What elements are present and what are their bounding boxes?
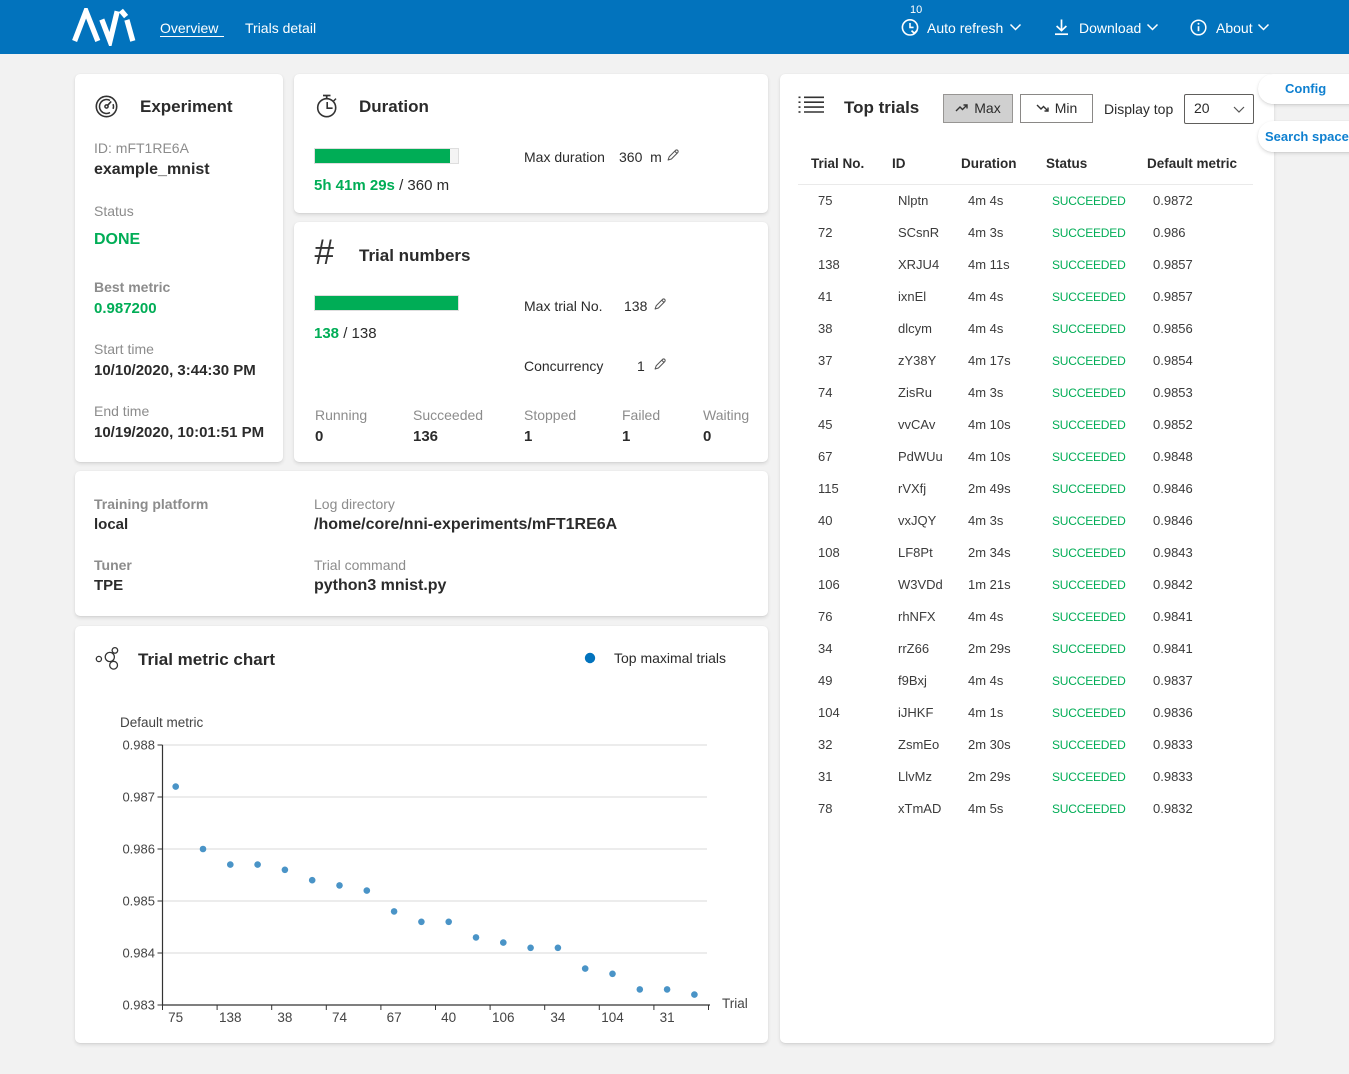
svg-text:67: 67	[387, 1010, 402, 1025]
svg-text:31: 31	[660, 1010, 675, 1025]
svg-text:Default metric: Default metric	[120, 715, 204, 730]
svg-text:0.983: 0.983	[122, 998, 155, 1013]
svg-text:74: 74	[332, 1010, 348, 1025]
svg-text:40: 40	[441, 1010, 456, 1025]
svg-text:0.986: 0.986	[122, 842, 155, 857]
svg-text:34: 34	[550, 1010, 566, 1025]
svg-text:0.988: 0.988	[122, 738, 155, 753]
svg-text:75: 75	[168, 1010, 183, 1025]
svg-text:38: 38	[277, 1010, 292, 1025]
svg-text:0.987: 0.987	[122, 790, 155, 805]
svg-text:104: 104	[601, 1010, 624, 1025]
svg-text:0.985: 0.985	[122, 894, 155, 909]
svg-text:138: 138	[219, 1010, 242, 1025]
svg-text:106: 106	[492, 1010, 515, 1025]
svg-text:Trial: Trial	[722, 996, 748, 1011]
svg-text:0.984: 0.984	[122, 946, 155, 961]
svg-text:Top maximal trials: Top maximal trials	[614, 650, 726, 666]
